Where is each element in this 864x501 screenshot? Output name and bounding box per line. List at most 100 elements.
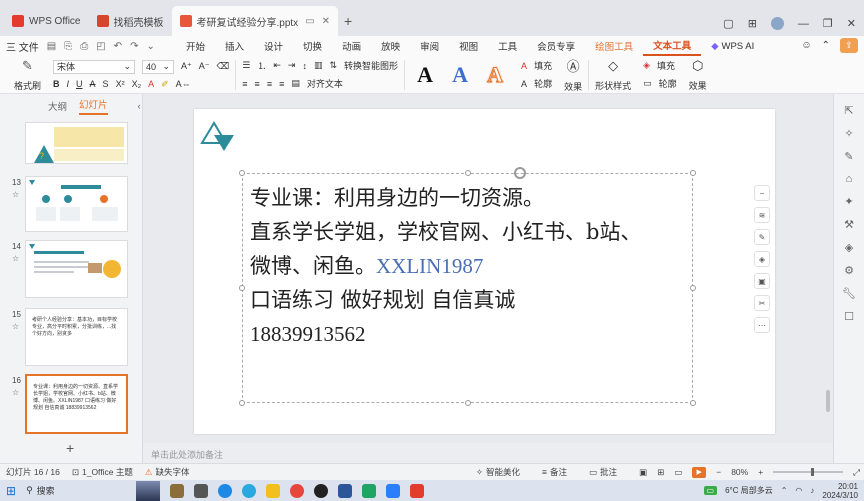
file-explorer-icon[interactable] (266, 483, 281, 498)
fill-icon[interactable]: ◈ (754, 251, 770, 267)
font-name-select[interactable]: 宋体 ⌄ (53, 59, 136, 74)
tab-text-tools[interactable]: 文本工具 (643, 36, 702, 56)
tab-wps-office[interactable]: WPS Office (4, 6, 89, 36)
qq-icon[interactable] (314, 483, 329, 498)
reading-view-icon[interactable]: ▭ (674, 467, 682, 478)
slide-thumbnail-14[interactable] (25, 240, 128, 298)
print-icon[interactable]: ⎙ (80, 41, 88, 52)
bullets-icon[interactable]: ☰ (242, 60, 250, 71)
grow-font-icon[interactable]: A⁺ (181, 61, 192, 72)
convert-smartart-button[interactable]: 转换智能图形 (344, 59, 398, 72)
text-style-black[interactable]: A (411, 62, 439, 88)
windows-start-icon[interactable]: ⊞ (6, 484, 16, 498)
slide-thumbnail-15[interactable]: 考研个人经验分享：基本功，目标学校专业，高分平时积累，分批训练，...找个好方向… (25, 308, 128, 366)
decrease-indent-icon[interactable]: ⇤ (273, 60, 281, 71)
char-spacing-icon[interactable]: A⇔ (176, 79, 191, 89)
normal-view-icon[interactable]: ▣ (639, 467, 647, 478)
vertical-scrollbar[interactable] (826, 390, 830, 412)
grid-icon[interactable]: ⊞ (748, 17, 757, 30)
new-tab-button[interactable]: + (338, 6, 358, 36)
resize-handle[interactable] (690, 285, 696, 291)
distribute-icon[interactable]: ▤ (291, 78, 300, 89)
word-icon[interactable] (338, 483, 353, 498)
star-icon[interactable]: ✧ (844, 127, 853, 140)
resize-handle[interactable] (690, 400, 696, 406)
maximize-icon[interactable]: ❐ (823, 17, 833, 30)
shape-outline-label[interactable]: 轮廓 (659, 77, 677, 90)
add-slide-button[interactable]: + (66, 440, 74, 456)
collapse-panel-icon[interactable]: ‹ (138, 101, 141, 112)
resize-handle[interactable] (690, 170, 696, 176)
more-icon[interactable]: ⋯ (754, 317, 770, 333)
battery-icon[interactable]: ▭ (703, 486, 718, 495)
frame-icon[interactable]: ▣ (754, 273, 770, 289)
columns-icon[interactable]: ▥ (314, 60, 323, 71)
tab-review[interactable]: 审阅 (410, 36, 449, 56)
paint-icon[interactable]: ✎ (844, 150, 853, 163)
wechat-icon[interactable] (362, 483, 377, 498)
minimize-icon[interactable]: — (798, 18, 809, 30)
layers-icon[interactable]: ≋ (754, 207, 770, 223)
wps-ai-button[interactable]: ◆ WPS AI (701, 36, 764, 56)
sorter-view-icon[interactable]: ⊞ (657, 467, 664, 478)
shapes-icon[interactable]: ◈ (845, 241, 853, 254)
share-button[interactable]: ⇪ (840, 38, 858, 53)
notes-toggle[interactable]: ≡ 备注 (542, 466, 567, 478)
smart-beautify-button[interactable]: ✧ 智能美化 (476, 466, 520, 478)
superscript-icon[interactable]: X² (116, 79, 125, 89)
tab-animation[interactable]: 动画 (332, 36, 371, 56)
wrench-icon[interactable]: 🔧︎ (842, 287, 856, 300)
file-menu[interactable]: 三 文件 (6, 39, 39, 54)
tab-design[interactable]: 设计 (254, 36, 293, 56)
wifi-icon[interactable]: ◠ (795, 486, 802, 495)
export-icon[interactable]: ⎘ (64, 41, 72, 52)
line-spacing-icon[interactable]: ↕ (302, 61, 307, 71)
chevron-down-icon[interactable]: ⌄ (146, 41, 154, 52)
shape-fill-label[interactable]: 填充 (657, 59, 675, 72)
task-view-icon[interactable] (194, 483, 209, 498)
tab-drawing-tools[interactable]: 绘图工具 (585, 36, 643, 56)
shape-fill-icon[interactable]: ◈ (643, 60, 650, 71)
collapse-ribbon-icon[interactable]: ⌃ (822, 40, 830, 51)
smiley-icon[interactable]: ☺ (801, 40, 811, 51)
text-effect-label[interactable]: 效果 (564, 80, 582, 93)
weather-status[interactable]: 6°C 局部多云 (725, 485, 773, 496)
comment-icon[interactable]: ☐ (844, 310, 854, 323)
text-style-blue[interactable]: A (446, 62, 474, 88)
shadow-button[interactable]: S (103, 79, 109, 89)
close-window-icon[interactable]: ✕ (847, 17, 856, 30)
monitor-icon[interactable]: ▭ (305, 16, 314, 27)
font-size-select[interactable]: 40 ⌄ (142, 59, 175, 74)
star-icon[interactable]: ☆ (12, 322, 19, 331)
text-outline-label[interactable]: 轮廓 (534, 77, 552, 90)
slide[interactable]: 专业课：利用身边的一切资源。 直系学长学姐，学校官网、小红书、b站、 微博、闲鱼… (194, 109, 775, 434)
shape-outline-icon[interactable]: ▭ (643, 78, 652, 89)
tab-home[interactable]: 开始 (176, 36, 215, 56)
font-color-icon[interactable]: A (148, 79, 154, 89)
tab-view[interactable]: 视图 (449, 36, 488, 56)
browser-icon[interactable] (242, 483, 257, 498)
zoom-slider[interactable] (773, 468, 844, 476)
zoom-slider-knob[interactable] (811, 468, 815, 476)
zoom-level[interactable]: 80% (731, 467, 748, 477)
save-icon[interactable]: ▤ (47, 41, 56, 52)
tab-pptx-file[interactable]: 考研复试经验分享.pptx ▭ ✕ (171, 6, 339, 36)
italic-button[interactable]: I (67, 79, 70, 89)
numbering-icon[interactable]: ⒈ (257, 59, 266, 72)
slide-body-text[interactable]: 专业课：利用身边的一切资源。 直系学长学姐，学校官网、小红书、b站、 微博、闲鱼… (250, 181, 641, 351)
slide-thumbnail-13[interactable] (25, 176, 128, 232)
avatar[interactable] (770, 17, 784, 30)
tab-tools[interactable]: 工具 (488, 36, 527, 56)
taskbar-search[interactable]: ⚲ 搜索 (26, 482, 136, 499)
layout-icon[interactable]: ▢ (723, 17, 733, 30)
chevron-up-icon[interactable]: ⌃ (781, 486, 788, 495)
crop-icon[interactable]: ✂ (754, 295, 770, 311)
missing-font-button[interactable]: ⚠ 缺失字体 (145, 466, 190, 478)
increase-indent-icon[interactable]: ⇥ (288, 60, 296, 71)
shape-style-icon[interactable]: ◇ (608, 58, 618, 74)
shape-effect-icon[interactable]: ⬡ (692, 58, 703, 74)
tab-slideshow[interactable]: 放映 (371, 36, 410, 56)
tab-slides[interactable]: 幻灯片 (79, 97, 108, 115)
resize-handle[interactable] (239, 400, 245, 406)
tab-docer[interactable]: 找稻壳模板 (89, 6, 172, 36)
